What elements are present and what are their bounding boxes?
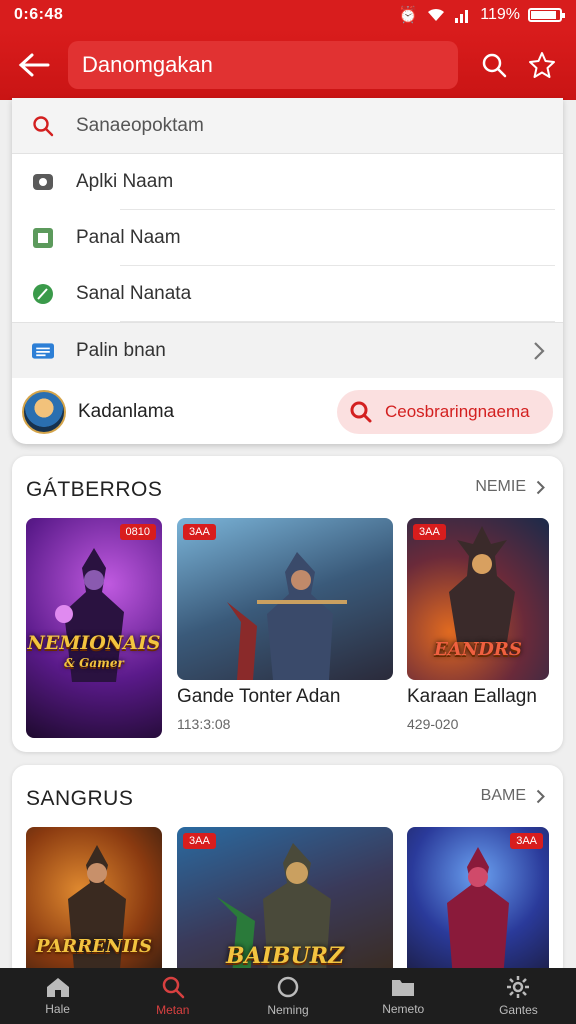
nav-label: Nemeto <box>382 1002 425 1016</box>
leaf-icon <box>33 284 53 304</box>
folder-icon <box>392 980 415 996</box>
nav-label: Gantes <box>499 1003 538 1017</box>
nav-label: Metan <box>156 1003 190 1017</box>
section-title: GÁTBERROS <box>26 478 163 501</box>
box-icon <box>33 228 53 248</box>
nav-settings[interactable]: Gantes <box>461 968 576 1024</box>
game-logo: NEMIONAIS <box>27 632 161 654</box>
dropdown-item-label: Panal Naam <box>76 227 181 248</box>
section-more-label: BAME <box>480 787 526 804</box>
chevron-right-icon <box>534 341 545 360</box>
dropdown-item-label: Sanal Nanata <box>76 283 192 304</box>
dropdown-item-sanal[interactable]: Sanal Nanata <box>12 266 563 322</box>
search-icon <box>350 401 372 423</box>
section-more-link[interactable]: BAME <box>481 787 545 805</box>
section-genres: SANGRUS BAME PARRENIIS 3AA BAIBURZ 3AA <box>12 765 563 980</box>
gear-icon <box>507 976 530 998</box>
section-more-link[interactable]: NEMIE <box>475 478 545 496</box>
status-bar: 0:6:48 ⏰ 119% <box>0 0 576 30</box>
nav-label: Hale <box>45 1002 70 1016</box>
chevron-right-icon <box>536 789 545 803</box>
dropdown-item-label: Aplki Naam <box>76 171 174 192</box>
nav-search[interactable]: Metan <box>115 968 230 1024</box>
game-thumbnail: PARRENIIS <box>26 827 162 980</box>
nav-home[interactable]: Hale <box>0 968 115 1024</box>
nav-neming[interactable]: Neming <box>230 968 345 1024</box>
arrow-left-icon <box>18 53 50 77</box>
game-card[interactable]: 3AA BAIBURZ <box>177 827 393 980</box>
game-card[interactable]: 0810 NEMIONAIS & Gamer <box>26 518 162 738</box>
clock: 0:6:48 <box>14 6 64 23</box>
search-input[interactable]: Danomgakan <box>68 41 458 89</box>
search-icon <box>482 53 507 78</box>
game-logo-subtitle: & Gamer <box>64 656 124 670</box>
game-title: Gande Tonter Adan <box>177 686 341 707</box>
list-icon <box>32 342 54 359</box>
game-meta: 429-020 <box>407 716 459 732</box>
library-label: Palin bnan <box>76 339 166 361</box>
user-row: Kadanlama Ceosbraringnaema <box>12 386 563 438</box>
dropdown-item-panel[interactable]: Panal Naam <box>12 210 563 266</box>
game-thumbnail: 3AA <box>177 518 393 680</box>
section-featured: GÁTBERROS NEMIE 0810 NEMIONAIS & Gamer 3… <box>12 456 563 752</box>
star-icon <box>529 52 555 78</box>
game-meta: 113:3:08 <box>177 716 231 732</box>
dropdown-search-placeholder: Sanaeopoktam <box>76 114 204 136</box>
chevron-right-icon <box>536 480 545 494</box>
user-name: Kadanlama <box>78 401 175 422</box>
search-icon <box>33 115 54 136</box>
game-logo: EANDRS <box>434 639 522 660</box>
home-icon <box>46 978 69 997</box>
dropdown-item-app[interactable]: Aplki Naam <box>12 154 563 210</box>
game-thumbnail: 3AA <box>407 827 549 980</box>
nav-library[interactable]: Nemeto <box>346 968 461 1024</box>
back-button[interactable] <box>14 45 54 85</box>
hero-figure <box>447 847 509 979</box>
hero-figure <box>227 552 347 680</box>
favorites-button[interactable] <box>522 45 562 85</box>
hero-figure <box>449 526 515 642</box>
user-action-label: Ceosbraringnaema <box>385 402 530 421</box>
game-thumbnail: 3AA EANDRS <box>407 518 549 680</box>
circle-icon <box>277 976 299 998</box>
game-title: Karaan Eallagn <box>407 686 537 707</box>
section-title: SANGRUS <box>26 787 134 810</box>
dropdown-search-row[interactable]: Sanaeopoktam <box>12 98 563 154</box>
wifi-icon <box>428 8 445 21</box>
game-card[interactable]: PARRENIIS <box>26 827 162 980</box>
bottom-nav: Hale Metan Neming Nemeto Gantes <box>0 968 576 1024</box>
game-card[interactable]: 3AA EANDRS Karaan Eallagn 429-020 <box>407 518 549 732</box>
search-dropdown: Sanaeopoktam Aplki Naam Panal Naam Sanal… <box>12 98 563 444</box>
game-logo: PARRENIIS <box>35 936 153 957</box>
game-badge: 0810 <box>119 524 156 540</box>
section-more-label: NEMIE <box>475 478 526 495</box>
game-thumbnail: 3AA BAIBURZ <box>177 827 393 980</box>
signal-icon <box>455 10 469 23</box>
battery-percent: 119% <box>480 6 520 23</box>
search-input-value: Danomgakan <box>82 52 213 77</box>
game-card[interactable]: 3AA Gande Tonter Adan 113:3:08 <box>177 518 393 732</box>
game-logo: BAIBURZ <box>225 943 345 969</box>
app-bar: Danomgakan <box>0 30 576 100</box>
game-thumbnail: 0810 NEMIONAIS & Gamer <box>26 518 162 738</box>
battery-icon <box>528 8 565 22</box>
game-card[interactable]: 3AA <box>407 827 549 980</box>
user-action-button[interactable]: Ceosbraringnaema <box>337 390 553 434</box>
dropdown-library-row[interactable]: Palin bnan <box>12 322 563 378</box>
search-button[interactable] <box>474 45 514 85</box>
app-icon <box>33 174 53 190</box>
search-icon <box>162 976 185 999</box>
alarm-icon: ⏰ <box>398 7 419 24</box>
nav-label: Neming <box>267 1003 309 1017</box>
avatar[interactable] <box>22 390 66 434</box>
